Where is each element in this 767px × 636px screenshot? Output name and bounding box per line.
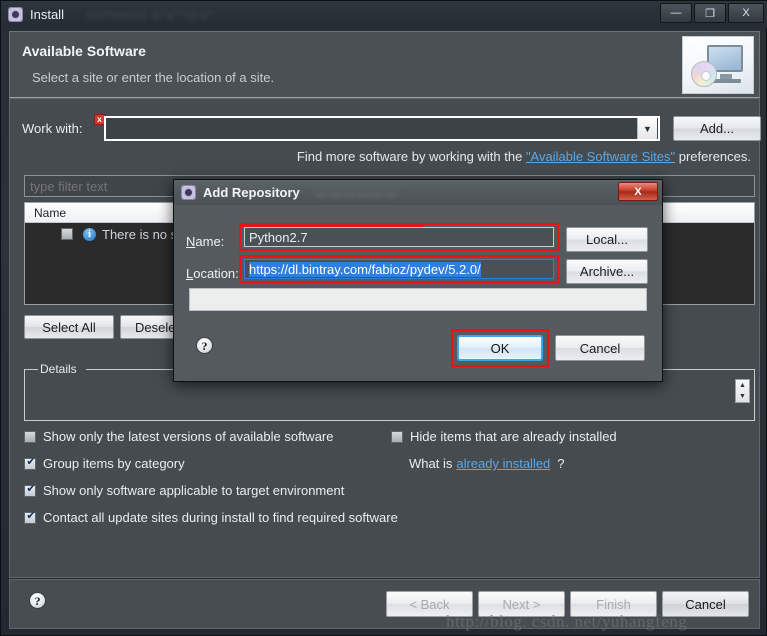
location-input[interactable]: https://dl.bintray.com/fabioz/pydev/5.2.… [244, 259, 554, 279]
checkbox[interactable] [24, 430, 36, 443]
add-repository-dialog: Add Repository ▬▬▬▬▬▬ X Name: Python2.7 … [173, 179, 663, 382]
spinner-down-icon[interactable]: ▼ [739, 393, 746, 400]
maximize-button[interactable]: ❐ [694, 3, 726, 23]
name-label: Name: [186, 234, 225, 249]
option-hide-already-installed[interactable]: Hide items that are already installed [391, 429, 617, 444]
option-label: Show only software applicable to target … [43, 483, 345, 498]
option-label: Contact all update sites during install … [43, 510, 398, 525]
archive-button[interactable]: Archive... [566, 259, 648, 284]
window-title: Install [30, 7, 64, 22]
what-is-suffix: ? [557, 456, 565, 471]
select-all-button[interactable]: Select All [24, 315, 114, 339]
option-group-by-category[interactable]: Group items by category [24, 456, 185, 471]
close-button[interactable]: X [728, 3, 764, 23]
work-with-input[interactable] [106, 121, 637, 136]
option-applicable-target-env[interactable]: Show only software applicable to target … [24, 483, 344, 498]
dialog-close-icon[interactable]: X [618, 182, 658, 201]
option-show-latest-versions[interactable]: Show only the latest versions of availab… [24, 429, 334, 444]
find-more-suffix: preferences. [675, 149, 751, 164]
help-icon[interactable]: ? [29, 592, 46, 609]
gear-icon [8, 7, 23, 22]
work-with-label: Work with: [22, 121, 83, 136]
checkbox[interactable] [24, 510, 37, 524]
already-installed-link[interactable]: already installed [456, 456, 550, 471]
ok-button[interactable]: OK [457, 335, 543, 361]
row-checkbox[interactable] [61, 228, 73, 240]
dialog-titlebar: Add Repository ▬▬▬▬▬▬ X [174, 180, 662, 205]
page-title: Available Software [22, 43, 146, 59]
watermark: http://blog. csdn. net/yuhangfeng [446, 612, 688, 631]
available-software-sites-link[interactable]: "Available Software Sites" [526, 149, 675, 164]
option-label: Hide items that are already installed [410, 429, 617, 444]
blurred-background-text: software a*a**@a* [85, 7, 215, 22]
what-is-prefix: What is [409, 456, 453, 471]
what-is-already-installed-text: What is already installed? [409, 456, 565, 471]
option-label: Group items by category [43, 456, 185, 471]
name-value: Python2.7 [249, 229, 308, 245]
details-spinner[interactable]: ▲ ▼ [735, 379, 750, 403]
dialog-cancel-button[interactable]: Cancel [555, 335, 645, 361]
local-button[interactable]: Local... [566, 227, 648, 252]
checkbox[interactable] [24, 483, 37, 497]
spinner-up-icon[interactable]: ▲ [739, 382, 746, 389]
minimize-button[interactable]: — [660, 3, 692, 23]
window-controls: — ❐ X [660, 3, 764, 23]
name-input[interactable]: Python2.7 [244, 227, 554, 247]
location-label: Location: [186, 266, 239, 281]
find-more-prefix: Find more software by working with the [296, 149, 526, 164]
location-value: https://dl.bintray.com/fabioz/pydev/5.2.… [249, 261, 481, 277]
gear-icon [181, 185, 196, 200]
install-wizard-window: Install software a*a**@a* — ❐ X Availabl… [0, 0, 767, 636]
work-with-combobox[interactable]: ▼ [104, 116, 660, 141]
chevron-down-icon[interactable]: ▼ [637, 118, 657, 139]
window-titlebar: Install software a*a**@a* — ❐ X [1, 1, 767, 28]
dialog-title-blur: ▬▬▬▬▬▬ [315, 185, 400, 200]
wizard-header: Available Software Select a site or ente… [9, 31, 760, 98]
add-button[interactable]: Add... [673, 116, 761, 141]
find-more-software-text: Find more software by working with the "… [297, 149, 751, 164]
dialog-title: Add Repository [203, 185, 300, 200]
work-with-row: Work with: x ▼ Add... [16, 114, 761, 142]
option-label: Show only the latest versions of availab… [43, 429, 334, 444]
option-contact-update-sites[interactable]: Contact all update sites during install … [24, 510, 398, 525]
dialog-help-icon[interactable]: ? [196, 337, 213, 354]
page-subtitle: Select a site or enter the location of a… [32, 70, 275, 85]
checkbox[interactable] [391, 430, 403, 443]
checkbox[interactable] [24, 456, 37, 470]
dialog-progress-area [189, 288, 647, 311]
monitor-cd-icon [682, 36, 754, 94]
info-icon: i [83, 227, 96, 241]
